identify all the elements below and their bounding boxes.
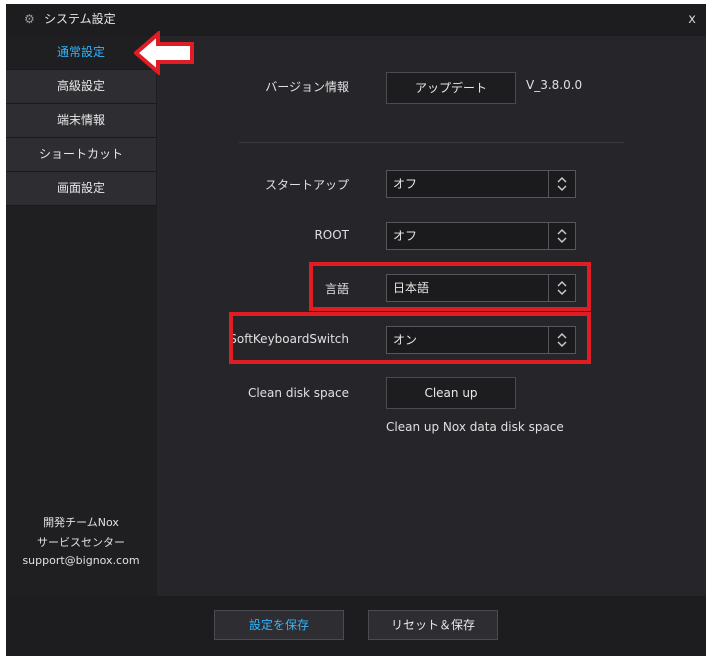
settings-window: ⚙ システム設定 x 通常設定 高級設定 端末情報 ショートカット 画面設定 開…	[6, 4, 706, 656]
startup-label: スタートアップ	[264, 178, 349, 192]
footer-service: サービスセンター	[37, 536, 125, 549]
language-value: 日本語	[393, 281, 430, 295]
softkeyboard-select[interactable]: オン	[386, 326, 576, 354]
reset-save-button[interactable]: リセット＆保存	[368, 610, 498, 640]
updown-arrow-icon	[548, 171, 575, 197]
language-select[interactable]: 日本語	[386, 274, 576, 302]
update-button[interactable]: アップデート	[386, 72, 516, 104]
title-bar: ⚙ システム設定 x	[6, 4, 706, 36]
language-label: 言語	[324, 282, 349, 296]
root-select[interactable]: オフ	[386, 222, 576, 250]
sidebar: 通常設定 高級設定 端末情報 ショートカット 画面設定 開発チームNox サービ…	[6, 36, 157, 596]
settings-panel: バージョン情報 アップデート V_3.8.0.0 スタートアップ オフ ROOT…	[157, 36, 706, 596]
save-settings-button[interactable]: 設定を保存	[214, 610, 344, 640]
red-arrow-annotation	[134, 31, 194, 75]
divider	[239, 142, 624, 143]
sidebar-item-shortcuts[interactable]: ショートカット	[6, 138, 156, 172]
startup-value: オフ	[393, 177, 418, 191]
sidebar-item-display[interactable]: 画面設定	[6, 172, 156, 206]
footer-bar: 設定を保存 リセット＆保存	[6, 596, 706, 656]
version-label: バージョン情報	[265, 80, 349, 94]
updown-arrow-icon	[548, 327, 575, 353]
sidebar-item-advanced[interactable]: 高級設定	[6, 70, 156, 104]
clean-disk-hint: Clean up Nox data disk space	[386, 420, 564, 434]
root-label: ROOT	[314, 228, 349, 242]
softkeyboard-label: SoftKeyboardSwitch	[229, 332, 349, 346]
updown-arrow-icon	[548, 275, 575, 301]
sidebar-item-device-info[interactable]: 端末情報	[6, 104, 156, 138]
close-button[interactable]: x	[688, 12, 696, 27]
startup-select[interactable]: オフ	[386, 170, 576, 198]
gear-icon: ⚙	[24, 12, 35, 26]
updown-arrow-icon	[548, 223, 575, 249]
window-title: システム設定	[44, 12, 116, 26]
version-value: V_3.8.0.0	[526, 78, 583, 92]
footer-email[interactable]: support@bignox.com	[6, 554, 156, 567]
footer-team: 開発チームNox	[43, 516, 119, 529]
softkeyboard-value: オン	[393, 333, 418, 347]
root-value: オフ	[393, 229, 418, 243]
clean-disk-label: Clean disk space	[247, 386, 349, 400]
clean-up-button[interactable]: Clean up	[386, 377, 516, 409]
